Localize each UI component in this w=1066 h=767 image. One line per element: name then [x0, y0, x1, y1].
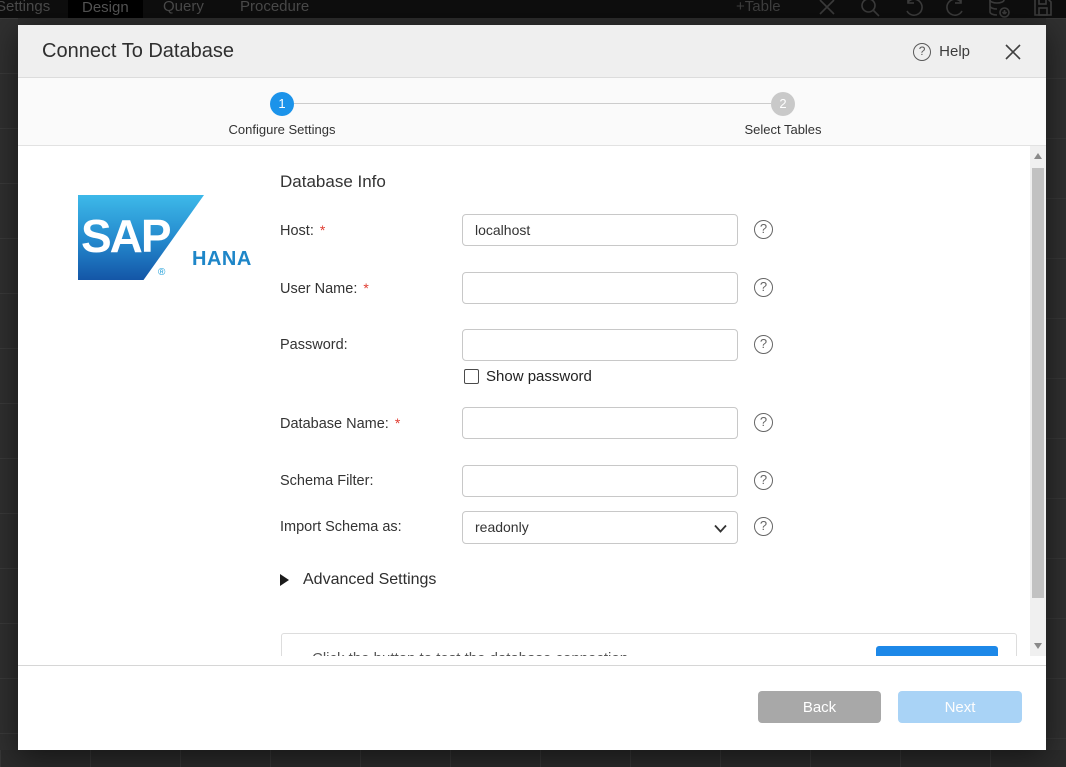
close-icon[interactable] — [815, 0, 839, 18]
host-row: Host:* ? — [18, 214, 1046, 246]
advanced-settings-label: Advanced Settings — [303, 571, 436, 589]
database-name-row: Database Name:* ? — [18, 407, 1046, 439]
password-label: Password: — [280, 337, 348, 353]
undo-icon[interactable] — [901, 0, 925, 18]
scroll-down-arrow-icon[interactable] — [1034, 643, 1042, 649]
required-asterisk: * — [395, 415, 400, 431]
password-input[interactable] — [462, 329, 738, 361]
dialog-close-icon[interactable] — [1004, 43, 1022, 61]
add-table-button[interactable]: +Table — [736, 0, 781, 15]
required-asterisk: * — [320, 222, 325, 238]
dimmed-background-right — [1046, 18, 1066, 767]
app-toolbar: Settings Design Query Procedure +Table — [0, 0, 1066, 18]
import-schema-help-icon[interactable]: ? — [754, 517, 773, 536]
password-row: Password: ? — [18, 329, 1046, 361]
save-icon[interactable] — [1031, 0, 1055, 18]
schema-filter-label: Schema Filter: — [280, 473, 373, 489]
dimmed-background-left — [0, 18, 18, 767]
import-schema-row: Import Schema as: readonly ? — [18, 511, 1046, 543]
advanced-settings-toggle[interactable]: Advanced Settings — [280, 571, 436, 589]
connect-to-database-dialog: Connect To Database ? Help 1 Configure S… — [18, 25, 1046, 750]
collapsed-triangle-icon — [280, 574, 289, 586]
database-export-icon[interactable] — [987, 0, 1011, 18]
test-connection-panel: Click the button to test the database co… — [281, 633, 1017, 656]
show-password-row: Show password — [464, 368, 592, 384]
username-input[interactable] — [462, 272, 738, 304]
dialog-title: Connect To Database — [42, 25, 234, 78]
section-heading: Database Info — [280, 172, 386, 192]
username-row: User Name:* ? — [18, 272, 1046, 304]
step-1-circle[interactable]: 1 — [270, 92, 294, 116]
dimmed-background-bottom — [0, 750, 1066, 767]
redo-icon[interactable] — [944, 0, 968, 18]
username-label: User Name:* — [280, 280, 369, 297]
step-2-label: Select Tables — [723, 122, 843, 137]
search-icon[interactable] — [858, 0, 882, 18]
test-connection-note: Click the button to test the database co… — [312, 650, 628, 656]
scroll-up-arrow-icon[interactable] — [1034, 153, 1042, 159]
database-name-help-icon[interactable]: ? — [754, 413, 773, 432]
schema-filter-help-icon[interactable]: ? — [754, 471, 773, 490]
password-help-icon[interactable]: ? — [754, 335, 773, 354]
dialog-header: Connect To Database ? Help — [18, 25, 1046, 78]
step-1-label: Configure Settings — [212, 122, 352, 137]
import-schema-selected-value: readonly — [475, 519, 529, 535]
wizard-steps: 1 Configure Settings 2 Select Tables — [18, 78, 1046, 146]
import-schema-label: Import Schema as: — [280, 519, 402, 535]
hana-logo-text: HANA — [192, 248, 252, 271]
show-password-checkbox[interactable] — [464, 369, 479, 384]
step-2-circle[interactable]: 2 — [771, 92, 795, 116]
test-connection-button[interactable]: Test Connection — [876, 646, 998, 656]
dialog-content: SAP ® HANA Database Info Host:* ? User N… — [18, 146, 1046, 656]
next-button[interactable]: Next — [898, 691, 1022, 723]
host-label: Host:* — [280, 222, 325, 239]
help-icon[interactable]: ? — [913, 43, 931, 61]
scrollbar-thumb[interactable] — [1032, 168, 1044, 598]
host-input[interactable] — [462, 214, 738, 246]
content-scrollbar[interactable] — [1030, 146, 1046, 656]
username-help-icon[interactable]: ? — [754, 278, 773, 297]
schema-filter-row: Schema Filter: ? — [18, 465, 1046, 497]
database-name-label: Database Name:* — [280, 415, 400, 432]
tab-query[interactable]: Query — [163, 0, 204, 15]
footer-divider — [18, 665, 1046, 666]
host-help-icon[interactable]: ? — [754, 220, 773, 239]
tab-design[interactable]: Design — [68, 0, 143, 18]
schema-filter-input[interactable] — [462, 465, 738, 497]
required-asterisk: * — [363, 280, 368, 296]
tab-procedure[interactable]: Procedure — [240, 0, 309, 15]
show-password-label: Show password — [486, 368, 592, 385]
import-schema-select[interactable]: readonly — [462, 511, 738, 544]
help-link[interactable]: Help — [939, 43, 970, 60]
tab-settings[interactable]: Settings — [0, 0, 50, 15]
back-button[interactable]: Back — [758, 691, 881, 723]
database-name-input[interactable] — [462, 407, 738, 439]
step-connector — [294, 103, 771, 104]
